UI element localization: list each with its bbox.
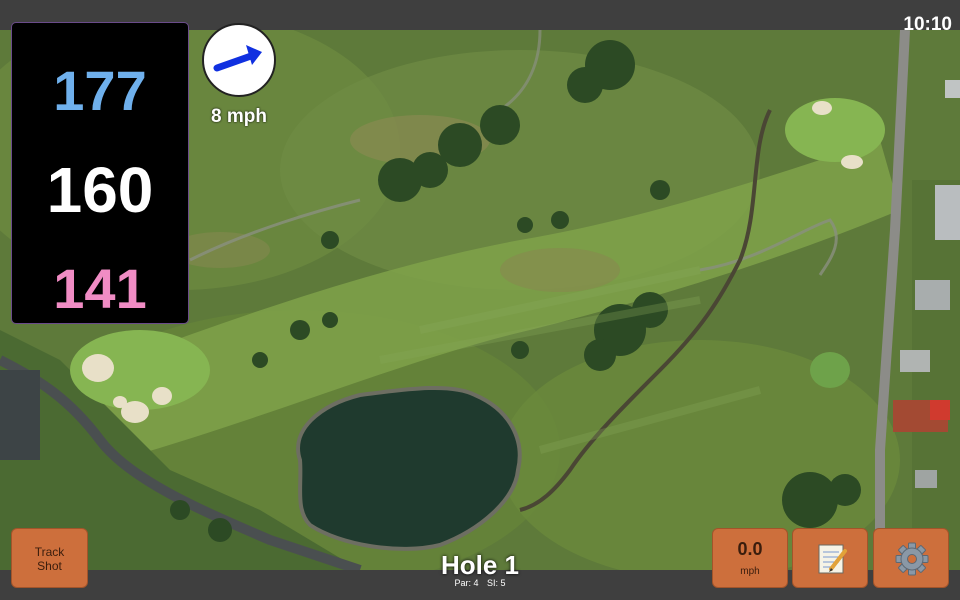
distance-panel: 177 160 141: [11, 22, 189, 324]
hole-info: Par: 4 SI: 5: [380, 578, 580, 588]
notepad-icon: [818, 544, 847, 574]
track-shot-label-line2: Shot: [37, 559, 62, 573]
golf-gps-screen: 10:10 177 160 141 8 mph Track Shot Hole …: [0, 0, 960, 600]
distance-back-of-green: 177: [53, 59, 147, 122]
distance-front-of-green: 141: [53, 257, 147, 320]
hole-par: Par: 4: [454, 578, 479, 588]
wind-indicator: [202, 23, 276, 97]
track-shot-label-line1: Track: [34, 545, 65, 559]
distance-middle-of-green: 160: [46, 154, 154, 226]
hole-stroke-index: SI: 5: [487, 578, 506, 588]
settings-button[interactable]: [873, 528, 949, 588]
gear-icon: [895, 542, 929, 576]
speed-button[interactable]: 0.0 mph: [712, 528, 788, 588]
hole-title: Hole 1: [440, 550, 520, 580]
status-bar-clock: 10:10: [903, 14, 952, 35]
notes-button[interactable]: [792, 528, 868, 588]
speed-unit: mph: [740, 566, 760, 577]
wind-direction-arrow-icon: [213, 45, 262, 72]
track-shot-button[interactable]: Track Shot: [11, 528, 88, 588]
speed-value: 0.0: [737, 539, 763, 559]
wind-speed-label: 8 mph: [211, 106, 267, 127]
